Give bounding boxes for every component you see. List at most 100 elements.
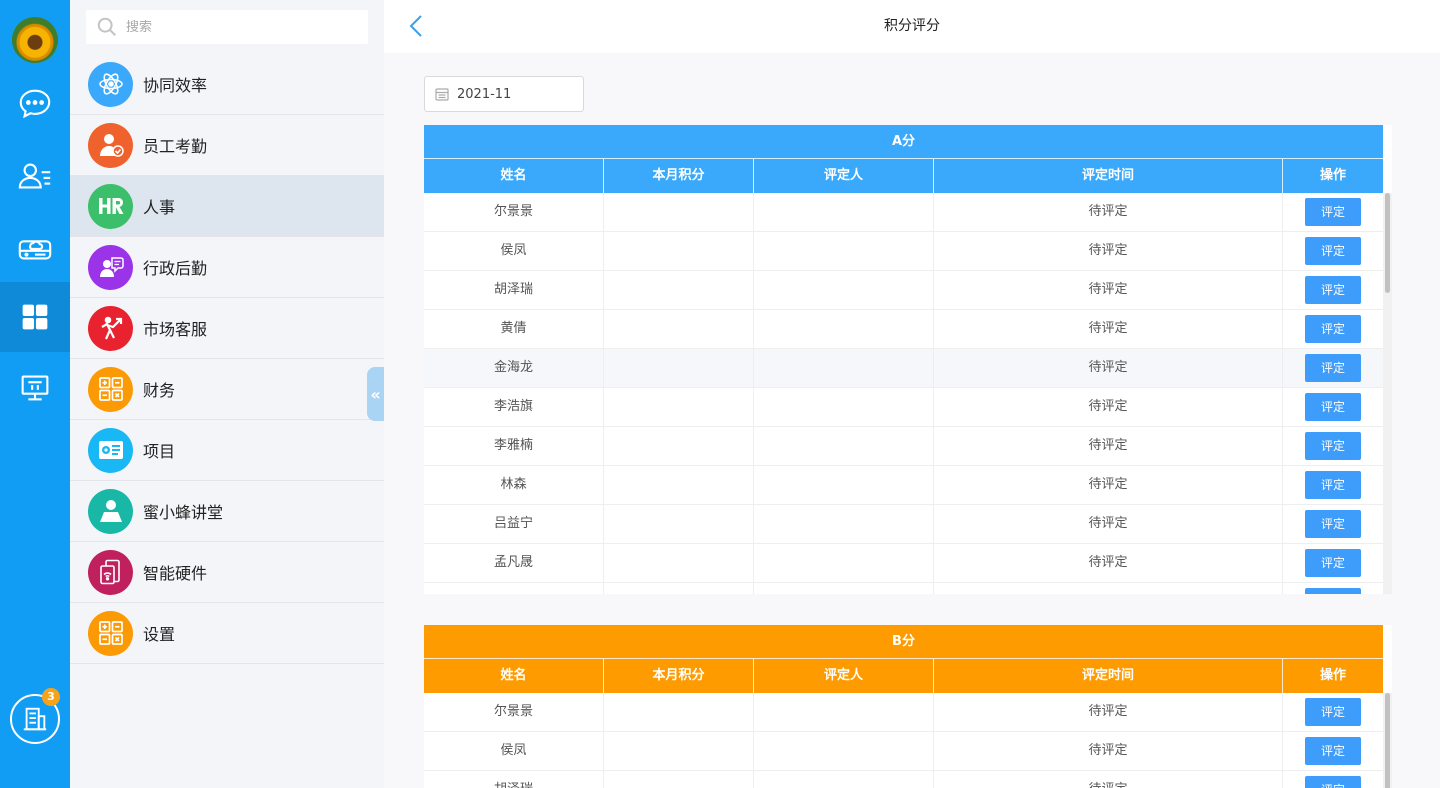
column-header-name: 姓名 (424, 159, 604, 193)
cell-name: 胡泽瑞 (424, 271, 604, 309)
menu-item[interactable]: 协同效率 (70, 54, 384, 115)
cell-action: 评定 (1283, 232, 1383, 270)
cell-points (604, 583, 754, 594)
cell-points (604, 505, 754, 543)
cell-points (604, 310, 754, 348)
atom-icon (88, 61, 133, 107)
collapse-panel-button[interactable]: « (367, 367, 384, 421)
cell-time: 待评定 (934, 349, 1283, 387)
rail-cloud-drive-button[interactable] (0, 212, 70, 282)
menu-item[interactable]: 项目 (70, 420, 384, 481)
menu-item[interactable]: 市场客服 (70, 298, 384, 359)
column-header-points: 本月积分 (604, 159, 754, 193)
rate-button[interactable]: 评定 (1305, 471, 1361, 499)
cell-action: 评定 (1283, 310, 1383, 348)
table-row: 李雅楠 待评定 评定 (424, 427, 1383, 466)
cell-name: 金海龙 (424, 349, 604, 387)
notification-badge: 3 (42, 688, 60, 706)
cell-action: 评定 (1283, 271, 1383, 309)
cell-action: 评定 (1283, 544, 1383, 582)
table-row: 吕益宁 待评定 评定 (424, 505, 1383, 544)
cell-action: 评定 (1283, 427, 1383, 465)
cell-name: 黄倩 (424, 310, 604, 348)
month-picker[interactable]: 2021-11 (424, 76, 584, 112)
rate-button[interactable]: 评定 (1305, 432, 1361, 460)
search-input[interactable] (126, 19, 356, 35)
column-header-time: 评定时间 (934, 159, 1283, 193)
rate-button[interactable]: 评定 (1305, 393, 1361, 421)
rail-apps-button[interactable] (0, 282, 70, 352)
menu-item[interactable]: 智能硬件 (70, 542, 384, 603)
column-header-rater: 评定人 (754, 159, 934, 193)
cell-time: 待评定 (934, 771, 1283, 788)
rail-chat-button[interactable] (0, 68, 70, 138)
menu-item[interactable]: 人事 (70, 176, 384, 237)
rail-contacts-button[interactable] (0, 141, 70, 211)
main-content: 2021-11 A分 姓名 本月积分 评定人 评定时间 操作 尔景景 待评定 评定侯… (384, 53, 1440, 788)
menu-item[interactable]: 行政后勤 (70, 237, 384, 298)
table-scrollbar[interactable] (1383, 193, 1392, 594)
cell-name: 李浩旗 (424, 388, 604, 426)
double-chevron-left-icon: « (370, 384, 381, 404)
page-title: 积分评分 (884, 18, 940, 34)
project-icon (88, 427, 133, 473)
cell-name: 李雅楠 (424, 427, 604, 465)
cell-rater (754, 732, 934, 770)
desktop-icon (21, 375, 49, 401)
menu-item-label: 蜜小蜂讲堂 (143, 503, 224, 522)
search-box[interactable] (86, 10, 368, 44)
cloud-drive-icon (18, 240, 52, 260)
menu-item-label: 员工考勤 (143, 137, 208, 156)
column-header-points: 本月积分 (604, 659, 754, 693)
cell-points (604, 427, 754, 465)
rate-button[interactable]: 评定 (1305, 588, 1361, 594)
module-menu: 协同效率员工考勤人事行政后勤市场客服财务项目蜜小蜂讲堂智能硬件设置 (70, 0, 384, 788)
rate-button[interactable]: 评定 (1305, 549, 1361, 577)
cell-action: 评定 (1283, 388, 1383, 426)
scrollbar-thumb[interactable] (1385, 193, 1390, 293)
menu-item-label: 市场客服 (143, 320, 208, 339)
rate-button[interactable]: 评定 (1305, 737, 1361, 765)
cell-name: 胡泽瑞 (424, 771, 604, 788)
menu-item-label: 协同效率 (143, 76, 208, 95)
cell-rater (754, 193, 934, 231)
rate-button[interactable]: 评定 (1305, 776, 1361, 788)
rate-button[interactable]: 评定 (1305, 198, 1361, 226)
cell-time: 待评定 (934, 544, 1283, 582)
table-scrollbar[interactable] (1383, 693, 1392, 788)
menu-item-label: 行政后勤 (143, 259, 208, 278)
menu-item[interactable]: 员工考勤 (70, 115, 384, 176)
column-header-action: 操作 (1319, 168, 1346, 183)
menu-item[interactable]: 设置 (70, 603, 384, 664)
user-avatar[interactable] (12, 17, 58, 63)
cell-points (604, 544, 754, 582)
table-body: 尔景景待评定评定侯凤待评定评定胡泽瑞待评定评定 (424, 693, 1383, 788)
menu-item-label: 项目 (143, 442, 176, 461)
cell-time (934, 583, 1283, 594)
table-row: 金海龙 待评定 评定 (424, 349, 1383, 388)
menu-item[interactable]: 财务 (70, 359, 384, 420)
rate-button[interactable]: 评定 (1305, 237, 1361, 265)
cell-rater (754, 310, 934, 348)
hardware-icon (88, 549, 133, 595)
cell-rater (754, 349, 934, 387)
rate-button[interactable]: 评定 (1305, 510, 1361, 538)
rail-desktop-button[interactable] (0, 352, 70, 422)
rate-button[interactable]: 评定 (1305, 315, 1361, 343)
market-icon (88, 305, 133, 351)
rate-button[interactable]: 评定 (1305, 276, 1361, 304)
cell-rater (754, 583, 934, 594)
menu-item[interactable]: 蜜小蜂讲堂 (70, 481, 384, 542)
cell-name: 孟凡晟 (424, 544, 604, 582)
rate-button[interactable]: 评定 (1305, 698, 1361, 726)
cell-time: 待评定 (934, 427, 1283, 465)
cell-action: 评定 (1283, 466, 1383, 504)
rate-button[interactable]: 评定 (1305, 354, 1361, 382)
scrollbar-thumb[interactable] (1385, 693, 1390, 788)
table-header: 姓名 本月积分 评定人 评定时间 操作 (424, 658, 1383, 693)
cell-name: 吕益宁 (424, 505, 604, 543)
cell-time: 待评定 (934, 388, 1283, 426)
cell-action: 评定 (1283, 193, 1383, 231)
table-header: 姓名 本月积分 评定人 评定时间 操作 (424, 158, 1383, 193)
cell-points (604, 388, 754, 426)
